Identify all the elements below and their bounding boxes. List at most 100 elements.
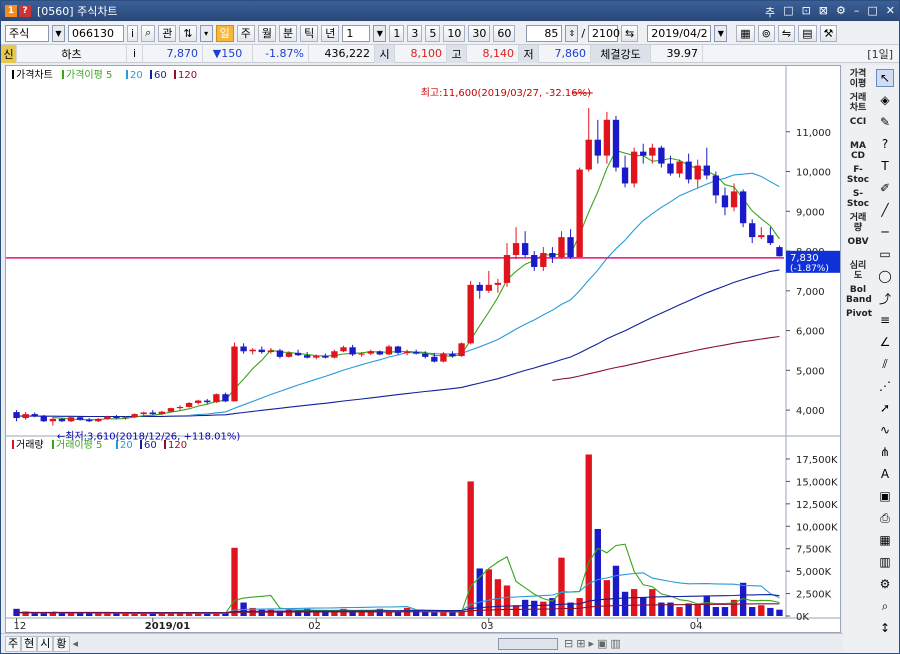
gann-icon[interactable]: ∠ [876,333,894,351]
quick-button-30[interactable]: 30 [468,24,491,42]
tools-icon[interactable]: ⚒ [819,24,838,42]
scroll-left-icon[interactable]: ◂ [73,637,79,650]
price-tick-label: 10,000 [796,168,831,179]
help-icon[interactable]: ? [876,135,894,153]
candle-body [213,394,220,403]
period-button-month[interactable]: 월 [257,24,276,42]
total-input[interactable]: 2100 [588,24,620,42]
pen-icon[interactable]: ✐ [876,179,894,197]
reset-icon[interactable]: ▥ [610,637,620,650]
layout-icon[interactable]: ▥ [876,553,894,571]
indicator-button-1[interactable]: 거래 차트 [846,93,870,113]
spin-icon[interactable]: ▾ [199,24,213,42]
search-icon[interactable]: ⌕ [141,24,156,42]
minimize-icon[interactable]: – [854,4,860,20]
market-select[interactable]: 주식 [5,24,49,42]
compare-icon[interactable]: ⊚ [757,24,775,42]
indicator-button-3[interactable]: MA CD [846,141,870,161]
text-icon[interactable]: T [876,157,894,175]
config-icon[interactable]: ⚙ [876,575,894,593]
period-button-tick[interactable]: 틱 [300,24,319,42]
total-apply-icon[interactable]: ⇆ [621,24,639,42]
quick-button-3[interactable]: 3 [407,24,423,42]
zoom-out-icon[interactable]: ⊟ [564,637,573,650]
updown-icon[interactable]: ⇅ [179,24,197,42]
print-icon[interactable]: ⎙ [876,509,894,527]
watchlist-button[interactable]: 관 [158,24,177,42]
candle-body [521,243,529,256]
quick-button-10[interactable]: 10 [443,24,466,42]
indicator-button-6[interactable]: 거래 량 [846,213,870,233]
maximize-icon[interactable]: □ [867,4,877,20]
indicator-button-8[interactable]: 심리 도 [846,261,870,281]
indicator-button-0[interactable]: 가격 이평 [846,69,870,89]
indicator-button-4[interactable]: F- Stoc [846,165,870,185]
bottom-tab-0[interactable]: 주 [5,635,22,652]
scroll-icon[interactable]: ↕ [876,619,894,637]
stock-info-button[interactable]: i [127,44,143,63]
hline-icon[interactable]: ─ [876,223,894,241]
quick-button-5[interactable]: 5 [425,24,441,42]
stock-code-input[interactable]: 066130 [68,24,124,42]
count-input[interactable]: 85 [526,24,563,42]
fit-icon[interactable]: ▣ [597,637,607,650]
scroll-end-icon[interactable]: ▸ [588,637,594,650]
save-icon[interactable]: ▣ [876,487,894,505]
indicator-button-5[interactable]: S- Stoc [846,189,870,209]
window-control-box[interactable]: □ [783,4,793,20]
candle-body [576,169,583,258]
window-control-split[interactable]: ⊠ [819,4,828,20]
rect-icon[interactable]: ▭ [876,245,894,263]
zoom-in-icon[interactable]: ⊞ [576,637,585,650]
eraser-icon[interactable]: ◈ [876,91,894,109]
candle-body [331,351,338,358]
wave-icon[interactable]: ∿ [876,421,894,439]
chart-svg[interactable]: 11,00010,0009,0008,0007,0006,0005,0004,0… [6,66,840,632]
date-input[interactable]: 2019/04/2 [647,24,712,42]
line-icon[interactable]: ╱ [876,201,894,219]
paint-icon[interactable]: ✎ [876,113,894,131]
bottom-tab-2[interactable]: 시 [37,635,54,652]
fan-icon[interactable]: ⋰ [876,377,894,395]
period-icon[interactable]: ▦ [736,24,755,42]
ellipse-icon[interactable]: ◯ [876,267,894,285]
arrow-icon[interactable]: ➚ [876,399,894,417]
chart-area[interactable]: 11,00010,0009,0008,0007,0006,0005,0004,0… [5,65,841,633]
period-button-year[interactable]: 년 [321,24,340,42]
period-button-minute[interactable]: 분 [278,24,298,42]
quick-button-1[interactable]: 1 [389,24,405,42]
toggle-icon[interactable]: ⇋ [777,24,796,42]
interval-dropdown-icon[interactable]: ▼ [373,24,387,42]
interval-input[interactable]: 1 [342,24,371,42]
indicator-button-9[interactable]: Bol Band [846,285,872,305]
count-spin-icon[interactable]: ⇕ [565,24,579,42]
date-dropdown-icon[interactable]: ▼ [714,24,728,42]
cursor-icon[interactable]: ↖ [876,69,894,87]
period-button-week[interactable]: 주 [236,24,255,42]
bottom-tab-1[interactable]: 현 [21,635,38,652]
code-info-button[interactable]: i [127,24,139,42]
candle-body [512,243,520,256]
trend-icon[interactable]: ⤴ [876,289,894,307]
channel-icon[interactable]: ⫽ [876,355,894,373]
window-control-add[interactable]: 추 [765,4,775,20]
window-control-link[interactable]: ⊡ [802,4,811,20]
window-number-badge[interactable]: 1 [5,5,17,17]
indicator-button-10[interactable]: Pivot [846,309,872,319]
close-icon[interactable]: ✕ [886,4,895,20]
layout-icon[interactable]: ▤ [798,24,817,42]
settings-icon[interactable]: ⚙ [836,4,846,20]
zoom-icon[interactable]: ⌕ [876,597,894,615]
fib-icon[interactable]: ≡ [876,311,894,329]
grid-icon[interactable]: ▦ [876,531,894,549]
indicator-button-2[interactable]: CCI [846,117,870,127]
market-dropdown-icon[interactable]: ▼ [52,24,65,42]
period-button-day[interactable]: 일 [215,24,234,42]
auto-icon[interactable]: A [876,465,894,483]
help-badge[interactable]: ? [19,5,31,17]
indicator-button-7[interactable]: OBV [846,237,870,247]
scroll-thumb[interactable] [498,637,559,650]
bottom-tab-3[interactable]: 황 [53,635,70,652]
quick-button-60[interactable]: 60 [493,24,516,42]
andrew-icon[interactable]: ⋔ [876,443,894,461]
